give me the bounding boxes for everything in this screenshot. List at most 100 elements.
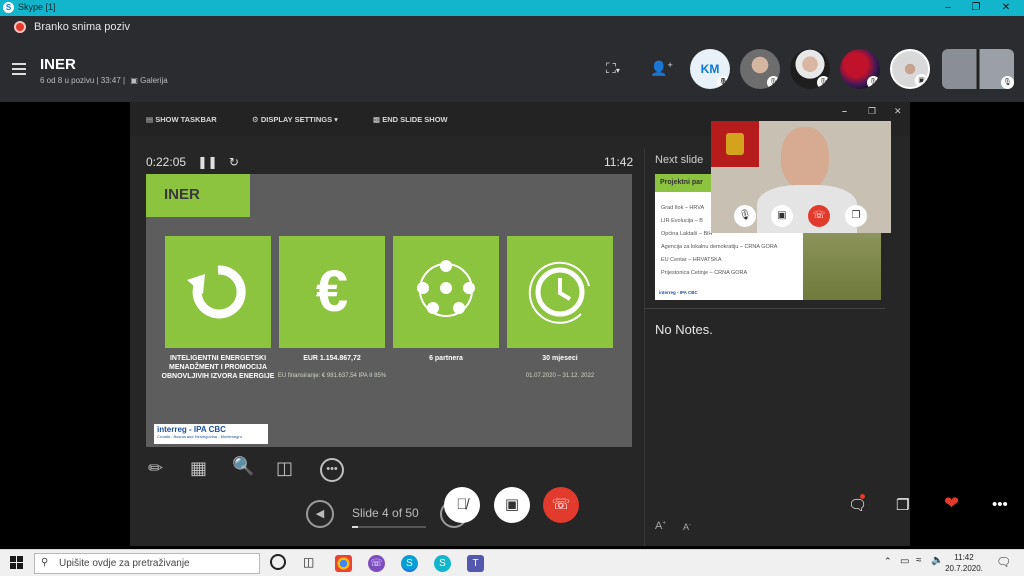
- end-call-button[interactable]: ☏: [543, 487, 579, 523]
- switch-screen-icon[interactable]: ❐: [896, 496, 909, 514]
- recording-bar: Branko snima poziv: [0, 16, 1024, 38]
- search-placeholder: Upišite ovdje za pretraživanje: [59, 558, 190, 569]
- react-heart-icon[interactable]: ❤: [944, 493, 959, 514]
- tile-label: 6 partnera: [429, 355, 463, 362]
- mute-mic-button[interactable]: 🎙̸: [444, 487, 480, 523]
- clock-icon: [528, 261, 590, 324]
- viber-icon[interactable]: ☏: [368, 555, 385, 572]
- participant-video-thumbnail[interactable]: 🎙: [942, 49, 1014, 89]
- layout-switch-icon[interactable]: ⛶▾: [606, 60, 620, 77]
- tray-chevron-icon[interactable]: ⌃: [884, 556, 892, 567]
- taskbar-search-input[interactable]: ⚲ Upišite ovdje za pretraživanje: [34, 553, 260, 574]
- mic-off-icon: 🎙̸: [456, 496, 468, 513]
- display-settings-button[interactable]: ⚙ DISPLAY SETTINGS ▾: [252, 115, 338, 124]
- cycle-arrow-icon: [187, 265, 246, 319]
- self-mic-icon[interactable]: 🎙: [734, 205, 756, 227]
- self-view-video[interactable]: 🎙 ▣ ☏ ❐: [711, 121, 891, 233]
- self-popout-icon[interactable]: ❐: [845, 205, 867, 227]
- chrome-icon[interactable]: [335, 555, 352, 572]
- battery-icon[interactable]: ▭: [900, 556, 909, 567]
- tile-label: 30 mjeseci: [542, 355, 578, 362]
- self-camera-icon[interactable]: ▣: [771, 205, 793, 227]
- menu-icon[interactable]: [12, 63, 26, 75]
- windows-start-icon[interactable]: [10, 556, 24, 570]
- call-header: INER 6 od 8 u pozivu | 33:47 | ▣ Galerij…: [0, 38, 1024, 102]
- slide-timer: 0:22:05 ❚❚ ↻: [146, 155, 239, 169]
- decrease-font-icon[interactable]: A-: [683, 522, 691, 532]
- show-taskbar-button[interactable]: ▤ SHOW TASKBAR: [146, 115, 217, 124]
- tile-label: INTELIGENTNI ENERGETSKI MENADŽMENT I PRO…: [161, 355, 275, 380]
- notes-text: No Notes.: [655, 322, 713, 337]
- avatar-initials: KM: [700, 62, 720, 76]
- next-slide-logo: interreg - IPA CBC: [659, 290, 698, 295]
- skype-active-icon[interactable]: S: [401, 555, 418, 572]
- recording-icon: [14, 21, 26, 33]
- presenter-close-button[interactable]: ✕: [894, 106, 902, 117]
- presenter-restore-button[interactable]: ❐: [868, 106, 876, 117]
- add-participant-icon[interactable]: 👤+: [650, 60, 673, 77]
- increase-font-icon[interactable]: A+: [655, 520, 666, 532]
- end-slide-show-button[interactable]: ▩ END SLIDE SHOW: [373, 115, 448, 124]
- volume-icon[interactable]: 🔈: [931, 555, 943, 566]
- window-title: Skype [1]: [18, 2, 56, 12]
- restart-icon[interactable]: ↻: [229, 155, 239, 169]
- avatar[interactable]: 🎙: [740, 49, 780, 89]
- pen-tool-icon[interactable]: ✏: [148, 458, 163, 479]
- pause-icon[interactable]: ❚❚: [197, 155, 217, 169]
- previous-slide-button[interactable]: ◀: [306, 500, 334, 528]
- close-button[interactable]: ✕: [992, 0, 1020, 16]
- task-view-icon[interactable]: ◫: [303, 555, 314, 569]
- see-all-slides-icon[interactable]: ▦: [190, 458, 207, 479]
- slide-progress-fill: [352, 526, 358, 528]
- people-network-icon: [417, 260, 475, 317]
- recording-text: Branko snima poziv: [34, 21, 130, 33]
- list-item: Agencija za lokalnu demokratiju – CRNA G…: [661, 244, 778, 250]
- presenter-minimize-button[interactable]: –: [842, 106, 847, 116]
- avatar[interactable]: KM 🎙: [690, 49, 730, 89]
- mic-muted-icon: 🎙: [1001, 76, 1014, 89]
- slide-progress: [352, 526, 426, 528]
- avatar[interactable]: ▣: [890, 49, 930, 89]
- clock-date: 20.7.2020.: [945, 564, 983, 573]
- taskbar-clock[interactable]: 11:42 20.7.2020.: [944, 552, 984, 574]
- clock-time: 11:42: [954, 553, 974, 562]
- slide-counter: Slide 4 of 50: [352, 506, 419, 520]
- tile-sublabel: EU finansiranje: € 981.637,54 IPA II 85%: [277, 373, 387, 379]
- slide-title: INER: [146, 174, 250, 217]
- display-settings-label: DISPLAY SETTINGS ▾: [260, 115, 338, 124]
- wifi-icon[interactable]: ≈: [916, 555, 922, 566]
- tile-euro: €: [279, 236, 385, 348]
- avatar[interactable]: 🎙: [790, 49, 830, 89]
- next-slide-label: Next slide: [655, 154, 704, 166]
- mic-muted-icon: 🎙: [717, 76, 730, 89]
- chat-icon[interactable]: 🗨: [848, 494, 867, 514]
- call-title: INER: [40, 56, 76, 73]
- maximize-button[interactable]: ❐: [962, 0, 990, 16]
- gallery-icon[interactable]: ▣: [130, 76, 138, 85]
- current-slide: INER € INTELIGENTNI ENERGETSKI MENADŽMEN…: [146, 174, 632, 447]
- avatar[interactable]: 🎙: [840, 49, 880, 89]
- display-settings-icon: ⚙: [252, 115, 259, 124]
- notifications-icon[interactable]: 🗨: [996, 555, 1011, 569]
- timer-value: 0:22:05: [146, 155, 187, 169]
- gallery-view-link[interactable]: Galerija: [140, 76, 168, 85]
- zoom-icon[interactable]: 🔍: [232, 456, 254, 477]
- taskbar-icon: ▤: [146, 115, 154, 124]
- tile-label: EUR 1.154.867,72: [303, 355, 361, 362]
- mic-muted-icon: 🎙: [767, 76, 780, 89]
- minimize-button[interactable]: –: [934, 0, 962, 16]
- divider: [645, 308, 885, 309]
- black-screen-icon[interactable]: ◫: [276, 458, 293, 479]
- logo-text: interreg - IPA CBC: [157, 425, 226, 434]
- search-icon: ⚲: [41, 557, 49, 568]
- interreg-logo: interreg - IPA CBC Croatia - Bosnia and …: [154, 424, 268, 444]
- video-button[interactable]: ▣: [494, 487, 530, 523]
- cortana-icon[interactable]: [270, 554, 286, 570]
- teams-icon[interactable]: T: [467, 555, 484, 572]
- skype-icon[interactable]: S: [434, 555, 451, 572]
- more-call-options-icon[interactable]: •••: [992, 496, 1008, 513]
- presenter-clock: 11:42: [604, 155, 634, 169]
- more-options-icon[interactable]: •••: [320, 458, 344, 482]
- end-slide-show-label: END SLIDE SHOW: [382, 115, 448, 124]
- self-hangup-icon[interactable]: ☏: [808, 205, 830, 227]
